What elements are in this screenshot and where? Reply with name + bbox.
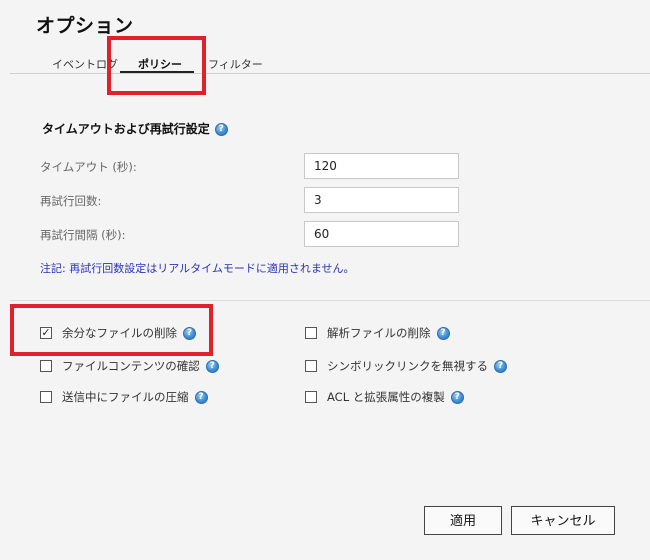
- option-compress-in-transit[interactable]: 送信中にファイルの圧縮 ?: [40, 389, 208, 405]
- apply-button[interactable]: 適用: [424, 506, 502, 535]
- option-label: ACL と拡張属性の複製: [327, 390, 445, 404]
- timeout-label: タイムアウト (秒):: [40, 160, 137, 174]
- help-icon[interactable]: ?: [450, 390, 464, 404]
- retry-interval-label: 再試行間隔 (秒):: [40, 228, 126, 242]
- help-icon[interactable]: ?: [183, 326, 196, 340]
- option-replicate-acl[interactable]: ACL と拡張属性の複製 ?: [305, 389, 464, 405]
- option-verify-file-contents[interactable]: ファイルコンテンツの確認 ?: [40, 358, 219, 374]
- checkbox-replicate-acl[interactable]: [305, 391, 317, 403]
- option-remove-analysis-files[interactable]: 解析ファイルの削除 ?: [305, 325, 450, 341]
- tab-event-log[interactable]: イベントログ: [52, 56, 118, 72]
- tab-filter[interactable]: フィルター: [208, 56, 263, 72]
- tab-divider: [10, 73, 650, 74]
- checkbox-remove-extra-files[interactable]: ✓: [40, 327, 52, 339]
- cancel-button[interactable]: キャンセル: [511, 506, 615, 535]
- checkbox-compress-in-transit[interactable]: [40, 391, 52, 403]
- tab-policy[interactable]: ポリシー: [138, 56, 182, 72]
- help-icon[interactable]: ?: [436, 326, 450, 340]
- tab-bar: イベントログ ポリシー フィルター: [0, 54, 650, 74]
- timeout-section-label: タイムアウトおよび再試行設定: [42, 122, 210, 136]
- dialog-title: オプション: [36, 15, 134, 37]
- option-label: 解析ファイルの削除: [327, 326, 431, 340]
- help-icon[interactable]: ?: [214, 123, 228, 136]
- option-label: 送信中にファイルの圧縮: [62, 390, 189, 404]
- option-ignore-symlinks[interactable]: シンボリックリンクを無視する ?: [305, 358, 507, 374]
- retry-interval-input[interactable]: [304, 221, 459, 247]
- option-label: 余分なファイルの削除: [62, 326, 177, 340]
- checkbox-ignore-symlinks[interactable]: [305, 360, 317, 372]
- section-divider: [10, 300, 650, 301]
- timeout-section-title: タイムアウトおよび再試行設定?: [42, 120, 228, 137]
- help-icon[interactable]: ?: [194, 390, 208, 404]
- checkbox-verify-file-contents[interactable]: [40, 360, 52, 372]
- help-icon[interactable]: ?: [205, 359, 219, 373]
- retry-note: 注記: 再試行回数設定はリアルタイムモードに適用されません。: [40, 262, 355, 275]
- option-label: ファイルコンテンツの確認: [62, 359, 200, 373]
- option-remove-extra-files[interactable]: ✓ 余分なファイルの削除 ?: [40, 325, 196, 341]
- timeout-input[interactable]: [304, 153, 459, 179]
- retry-count-label: 再試行回数:: [40, 194, 102, 208]
- option-label: シンボリックリンクを無視する: [327, 359, 488, 373]
- retry-count-input[interactable]: [304, 187, 459, 213]
- help-icon[interactable]: ?: [494, 359, 507, 373]
- checkbox-remove-analysis-files[interactable]: [305, 327, 317, 339]
